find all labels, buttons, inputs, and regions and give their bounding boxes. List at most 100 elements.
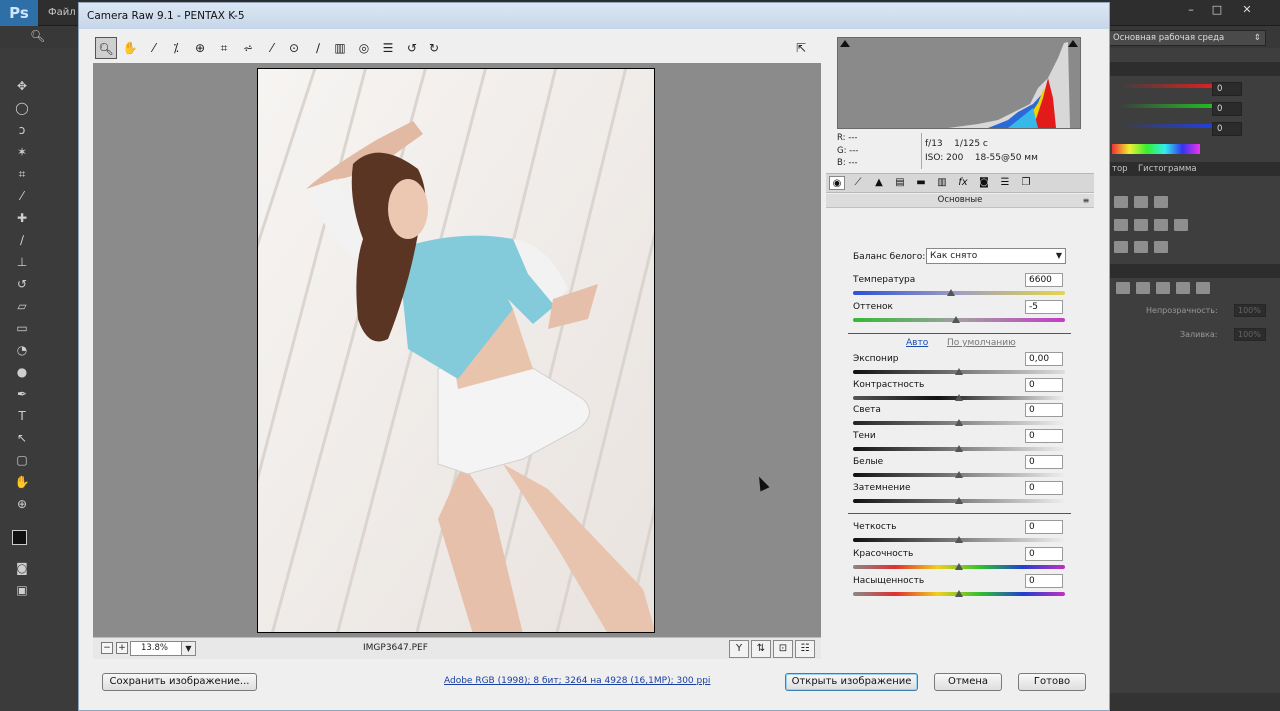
crop-tool-icon[interactable]: ⌗ <box>213 37 235 59</box>
smart-filter-icon[interactable] <box>1196 282 1210 294</box>
hand-tool-icon[interactable]: ✋ <box>12 474 32 490</box>
graduated-filter-icon[interactable]: ▥ <box>329 37 351 59</box>
slider-thumb[interactable] <box>955 536 963 543</box>
zoom-out-button[interactable]: − <box>101 642 113 654</box>
zoom-tool-icon[interactable]: 🔍︎ <box>30 29 45 43</box>
done-button[interactable]: Готово <box>1018 673 1086 691</box>
brush-tool-icon[interactable]: ∕ <box>12 232 32 248</box>
zoom-level-field[interactable]: 13.8% <box>130 641 182 656</box>
type-tool-icon[interactable]: T <box>12 408 32 424</box>
preferences-icon[interactable]: ☰ <box>377 37 399 59</box>
marquee-tool-icon[interactable]: ◯ <box>12 100 32 116</box>
slider-value-field[interactable]: 0 <box>1025 429 1063 444</box>
maximize-icon[interactable]: □ <box>1206 3 1228 17</box>
slider-thumb[interactable] <box>955 393 963 401</box>
tab-basic-icon[interactable]: ◉ <box>829 176 845 190</box>
slider-value-field[interactable]: 0,00 <box>1025 352 1063 366</box>
path-select-icon[interactable]: ↖ <box>12 430 32 446</box>
cancel-button[interactable]: Отмена <box>934 673 1002 691</box>
menu-file[interactable]: Файл <box>48 7 76 18</box>
fill-field[interactable]: 100% <box>1234 328 1266 341</box>
brightness-adj-icon[interactable] <box>1114 196 1128 208</box>
rotate-right-icon[interactable]: ↻ <box>423 37 445 59</box>
bw-adj-icon[interactable] <box>1174 219 1188 231</box>
vibrance-adj-icon[interactable] <box>1114 219 1128 231</box>
tab-lens-icon[interactable]: ▥ <box>934 176 950 190</box>
tab-camera-calibration-icon[interactable]: ◙ <box>976 176 992 190</box>
slider-thumb[interactable] <box>955 470 963 478</box>
tab-snapshots-icon[interactable]: ❐ <box>1018 176 1034 190</box>
slider-thumb[interactable] <box>955 368 963 375</box>
slider-thumb[interactable] <box>955 563 963 570</box>
type-filter-icon[interactable] <box>1156 282 1170 294</box>
temperature-slider[interactable] <box>853 291 1065 295</box>
close-icon[interactable]: ✕ <box>1236 3 1258 17</box>
history-brush-icon[interactable]: ↺ <box>12 276 32 292</box>
tint-field[interactable]: -5 <box>1025 300 1063 314</box>
rotate-left-icon[interactable]: ↺ <box>401 37 423 59</box>
hue-adj-icon[interactable] <box>1134 219 1148 231</box>
before-after-toggle-icon[interactable]: Y <box>729 640 749 658</box>
open-image-button[interactable]: Открыть изображение <box>785 673 918 691</box>
slider-thumb[interactable] <box>955 445 963 453</box>
adjustment-brush-icon[interactable]: ∕ <box>307 37 329 59</box>
balance-adj-icon[interactable] <box>1154 219 1168 231</box>
slider-thumb[interactable] <box>955 419 963 427</box>
layer-filter-icon[interactable] <box>1136 282 1150 294</box>
green-value[interactable]: 0 <box>1212 102 1242 116</box>
color-ramp[interactable] <box>1112 144 1200 154</box>
white-balance-tool-icon[interactable]: ⁄ <box>143 37 165 59</box>
color-sampler-icon[interactable]: ⁒ <box>165 37 187 59</box>
shape-tool-icon[interactable]: ▢ <box>12 452 32 468</box>
lasso-tool-icon[interactable]: ↄ <box>12 122 32 138</box>
panel-menu-icon[interactable]: ≡ <box>1079 194 1093 208</box>
save-image-button[interactable]: Сохранить изображение... <box>102 673 257 691</box>
tint-slider-thumb[interactable] <box>952 316 960 323</box>
red-slider[interactable] <box>1120 84 1214 88</box>
tab-split-toning-icon[interactable]: ▬ <box>913 176 929 190</box>
tab-effects-icon[interactable]: fx <box>955 176 971 190</box>
blue-value[interactable]: 0 <box>1212 122 1242 136</box>
straighten-tool-icon[interactable]: ⩫ <box>237 37 259 59</box>
temperature-field[interactable]: 6600 <box>1025 273 1063 287</box>
white-balance-select[interactable]: Как снято ▼ <box>926 248 1066 264</box>
tab-navigator[interactable]: тор <box>1112 162 1128 176</box>
green-slider[interactable] <box>1120 104 1214 108</box>
radial-filter-icon[interactable]: ◎ <box>353 37 375 59</box>
preview-preferences-icon[interactable]: ☷ <box>795 640 815 658</box>
red-value[interactable]: 0 <box>1212 82 1242 96</box>
move-tool-icon[interactable]: ✥ <box>12 78 32 94</box>
gradient-tool-icon[interactable]: ▭ <box>12 320 32 336</box>
default-link[interactable]: По умолчанию <box>947 338 1016 348</box>
tab-histogram[interactable]: Гистограмма <box>1138 162 1197 176</box>
healing-tool-icon[interactable]: ✚ <box>12 210 32 226</box>
foreground-color-swatch[interactable] <box>12 530 27 545</box>
workflow-options-link[interactable]: Adobe RGB (1998); 8 бит; 3264 на 4928 (1… <box>444 676 710 686</box>
slider-value-field[interactable]: 0 <box>1025 480 1063 495</box>
minimize-icon[interactable]: – <box>1180 3 1202 17</box>
zoom-tool-icon[interactable]: 🔍︎ <box>95 37 117 59</box>
zoom-dropdown-icon[interactable]: ▼ <box>181 641 196 656</box>
zoom-tool-icon[interactable]: ⊕ <box>12 496 32 512</box>
red-eye-icon[interactable]: ⊙ <box>283 37 305 59</box>
crop-tool-icon[interactable]: ⌗ <box>12 166 32 182</box>
shape-filter-icon[interactable] <box>1176 282 1190 294</box>
screen-mode-icon[interactable]: ▣ <box>12 582 32 598</box>
threshold-adj-icon[interactable] <box>1154 241 1168 253</box>
swap-settings-icon[interactable]: ⇅ <box>751 640 771 658</box>
layer-filter-icon[interactable] <box>1116 282 1130 294</box>
invert-adj-icon[interactable] <box>1114 241 1128 253</box>
pen-tool-icon[interactable]: ✒ <box>12 386 32 402</box>
slider-value-field[interactable]: 0 <box>1025 454 1063 469</box>
image-preview[interactable] <box>93 63 821 637</box>
zoom-in-button[interactable]: + <box>116 642 128 654</box>
blur-tool-icon[interactable]: ◔ <box>12 342 32 358</box>
slider-value-field[interactable]: 0 <box>1025 547 1063 561</box>
spot-removal-icon[interactable]: ⁄ <box>261 37 283 59</box>
tab-detail-icon[interactable]: ▲ <box>871 176 887 190</box>
targeted-adjust-icon[interactable]: ⊕ <box>189 37 211 59</box>
eyedropper-tool-icon[interactable]: ⁄ <box>12 188 32 204</box>
slider-value-field[interactable]: 0 <box>1025 403 1063 418</box>
slider-thumb[interactable] <box>955 590 963 597</box>
blue-slider[interactable] <box>1120 124 1214 128</box>
